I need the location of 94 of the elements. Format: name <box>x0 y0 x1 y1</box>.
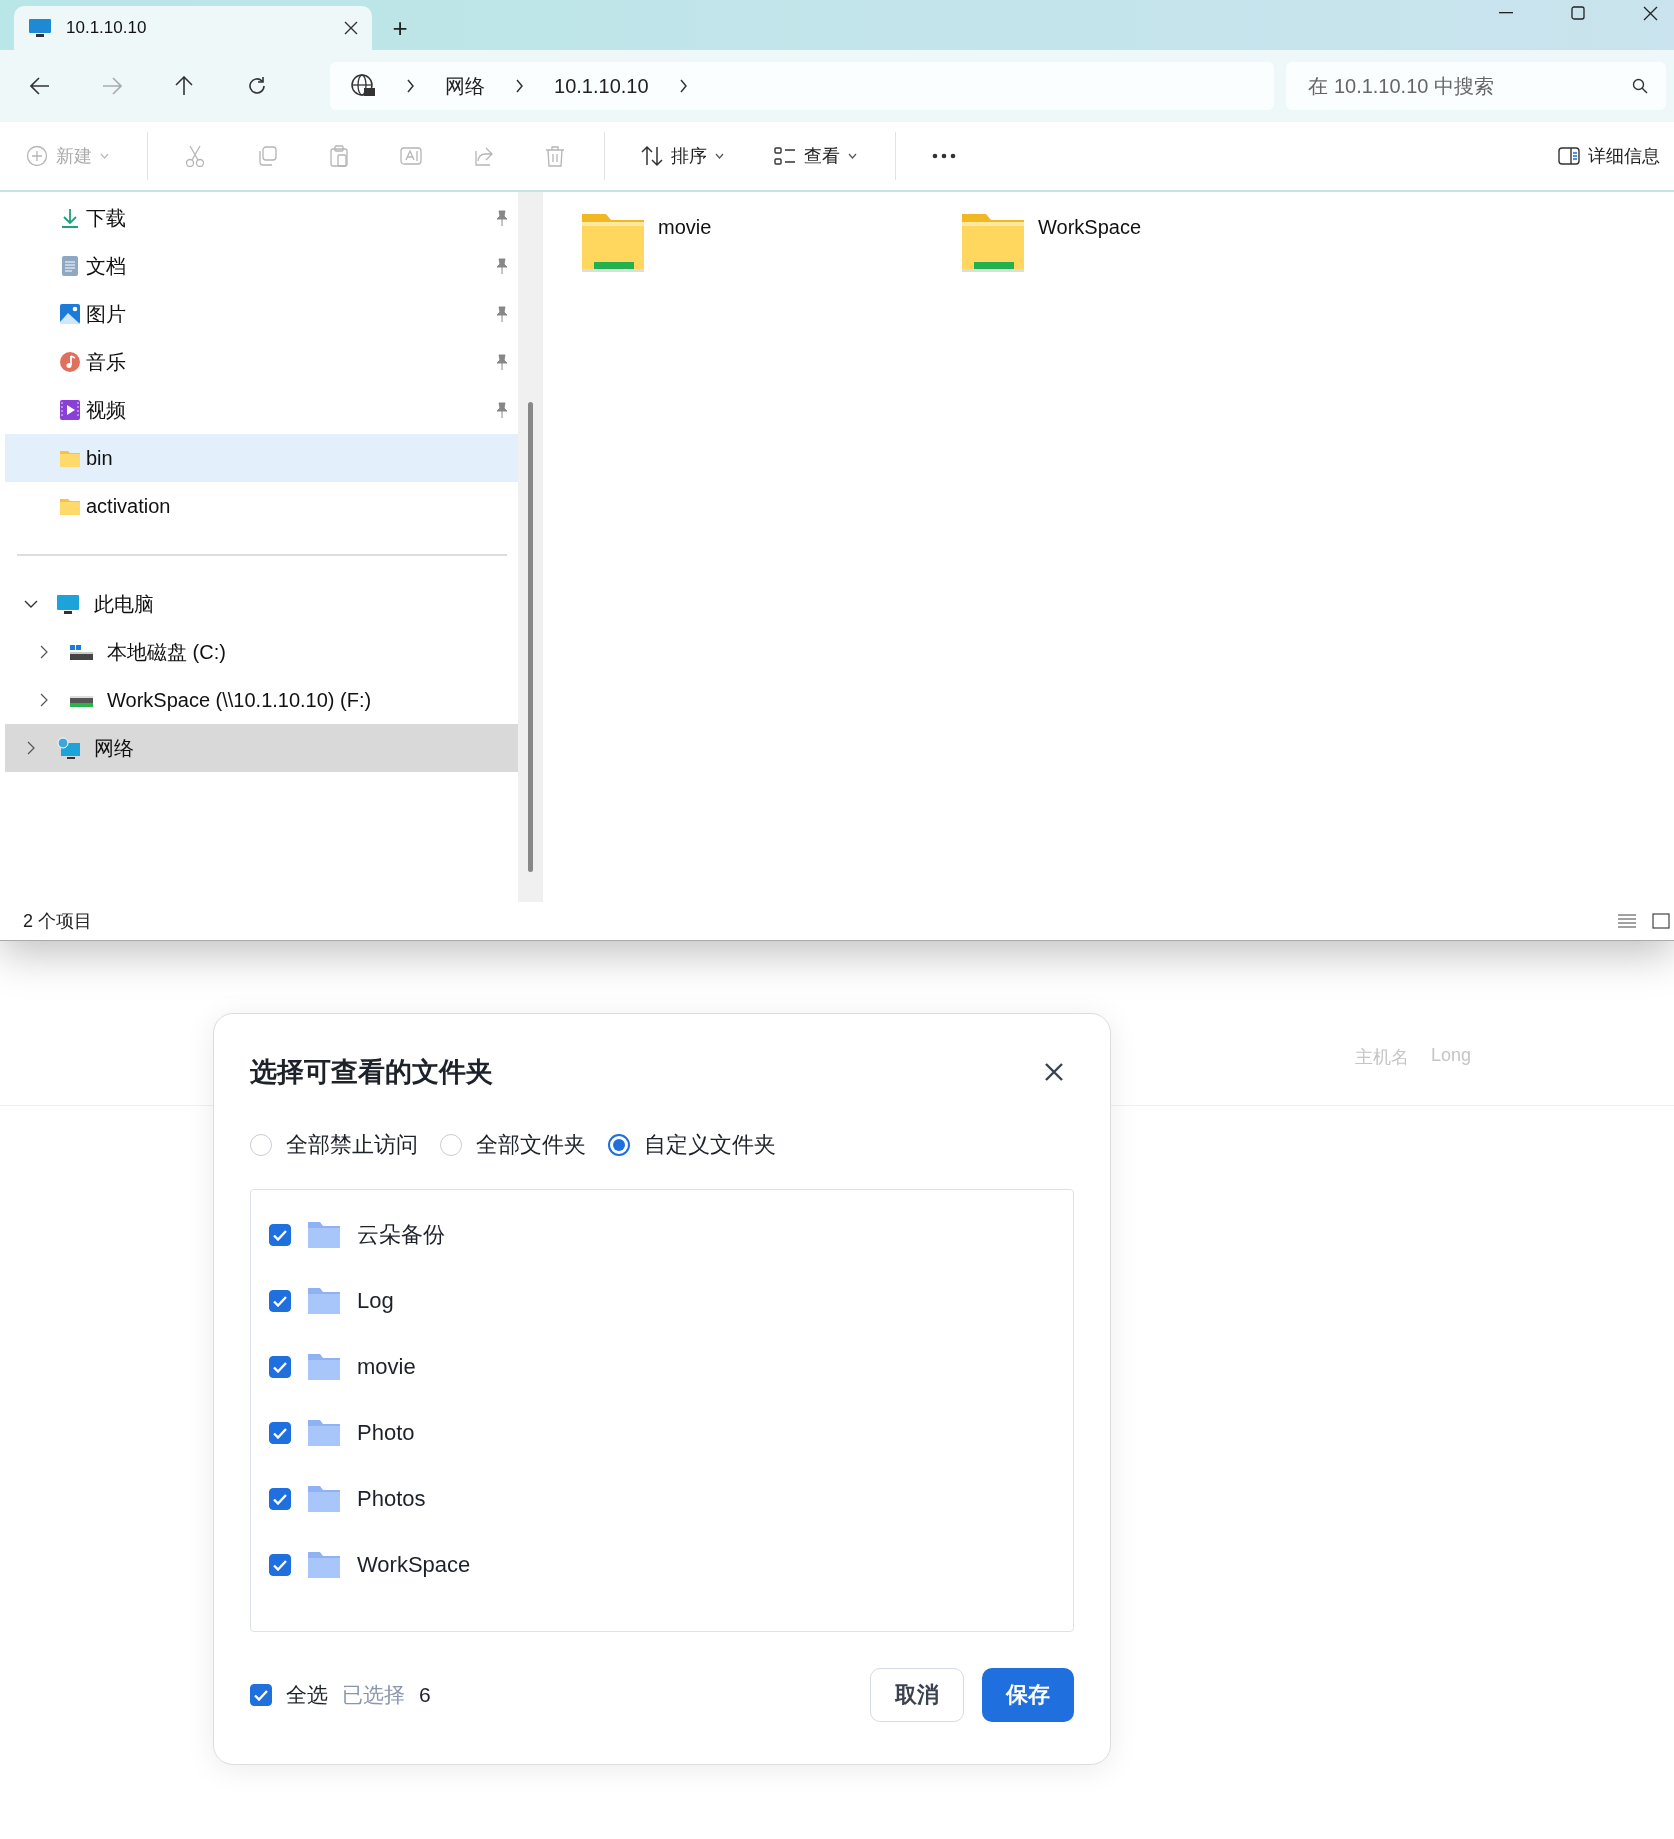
host-label: 主机名 <box>1355 1046 1409 1069</box>
document-icon <box>59 255 81 277</box>
radio-button[interactable] <box>608 1134 630 1156</box>
sidebar-item[interactable]: 下载 <box>5 194 518 242</box>
shared-folder-icon <box>580 212 646 274</box>
checkmark-icon <box>273 1559 287 1571</box>
trash-icon <box>544 145 566 167</box>
clipboard-icon <box>328 145 350 167</box>
music-note-icon <box>59 351 81 373</box>
breadcrumb[interactable]: 网络 <box>445 72 486 100</box>
tab-title: 10.1.10.10 <box>66 18 147 38</box>
folder-name: Photos <box>357 1486 426 1512</box>
selected-label: 已选择 <box>342 1682 405 1708</box>
sidebar-item[interactable]: 文档 <box>5 242 518 290</box>
list-view-icon[interactable] <box>1618 913 1636 929</box>
network-globe-icon <box>350 73 377 99</box>
checkbox[interactable] <box>269 1356 291 1378</box>
new-tab-button[interactable]: + <box>372 6 428 50</box>
folder-name: 云朵备份 <box>357 1221 445 1249</box>
chevron-right-icon[interactable] <box>678 79 688 93</box>
sidebar-item[interactable]: 音乐 <box>5 338 518 386</box>
host-value: Long <box>1431 1045 1472 1067</box>
checkmark-icon <box>273 1361 287 1373</box>
checkmark-icon <box>273 1229 287 1241</box>
plus-circle-icon <box>26 145 48 167</box>
select-all-label[interactable]: 全选 <box>286 1681 328 1709</box>
folder-icon <box>307 1419 341 1447</box>
checkmark-icon <box>254 1689 268 1701</box>
item-count: 2 个项目 <box>23 910 92 933</box>
folder-icon <box>307 1485 341 1513</box>
radio-label[interactable]: 自定义文件夹 <box>644 1130 776 1160</box>
cancel-button[interactable]: 取消 <box>870 1668 964 1722</box>
browser-tab[interactable]: 10.1.10.10 <box>14 6 372 50</box>
sidebar-item[interactable]: bin <box>5 434 518 482</box>
checkbox[interactable] <box>269 1224 291 1246</box>
folder-name: WorkSpace <box>357 1552 471 1578</box>
scrollbar-thumb[interactable] <box>528 402 533 872</box>
tree-item[interactable]: 网络 <box>5 724 518 772</box>
folder-name: Log <box>357 1288 394 1314</box>
sidebar-item[interactable]: activation <box>5 482 518 530</box>
checkbox[interactable] <box>250 1684 272 1706</box>
folder-name: movie <box>357 1354 416 1380</box>
search-icon <box>1631 78 1648 94</box>
save-button[interactable]: 保存 <box>982 1668 1074 1722</box>
sidebar-item[interactable]: 图片 <box>5 290 518 338</box>
details-pane-icon <box>1558 147 1580 165</box>
checkmark-icon <box>273 1493 287 1505</box>
close-icon[interactable] <box>344 21 358 35</box>
tiles-view-icon[interactable] <box>1652 913 1670 929</box>
search-placeholder: 在 10.1.10.10 中搜索 <box>1308 73 1494 99</box>
selected-count: 6 <box>419 1683 431 1707</box>
breadcrumb[interactable]: 10.1.10.10 <box>554 74 649 98</box>
shared-folder-icon <box>960 212 1026 274</box>
more-icon <box>932 153 956 159</box>
video-icon <box>59 399 81 421</box>
chevron-right-icon <box>406 79 416 93</box>
folder-icon <box>307 1551 341 1579</box>
checkbox[interactable] <box>269 1488 291 1510</box>
tree-item[interactable]: 本地磁盘 (C:) <box>5 628 518 676</box>
chevron-right-icon[interactable] <box>515 79 525 93</box>
radio-label[interactable]: 全部文件夹 <box>476 1130 586 1160</box>
monitor-icon <box>56 592 81 616</box>
sidebar-item[interactable]: 视频 <box>5 386 518 434</box>
address-bar[interactable]: 网络 10.1.10.10 <box>330 62 1275 110</box>
download-arrow-icon <box>59 207 81 229</box>
folder-icon <box>307 1221 341 1249</box>
rename-icon <box>400 145 422 167</box>
details-button[interactable]: 详细信息 <box>1546 138 1672 174</box>
sort-button[interactable]: 排序 <box>629 138 736 174</box>
checkbox[interactable] <box>269 1290 291 1312</box>
folder-item[interactable]: WorkSpace <box>960 212 1340 274</box>
checkmark-icon <box>273 1427 287 1439</box>
view-list-icon <box>774 146 796 166</box>
monitor-icon <box>28 18 52 38</box>
search-field[interactable]: 在 10.1.10.10 中搜索 <box>1286 62 1666 110</box>
scissors-icon <box>184 145 206 167</box>
radio-label[interactable]: 全部禁止访问 <box>286 1130 418 1160</box>
network-icon <box>56 736 81 760</box>
tree-item[interactable]: 此电脑 <box>5 580 518 628</box>
copy-icon <box>256 145 278 167</box>
picture-icon <box>59 303 81 325</box>
tree-item[interactable]: WorkSpace (\\10.1.10.10) (F:) <box>5 676 518 724</box>
folder-name: Photo <box>357 1420 415 1446</box>
checkbox[interactable] <box>269 1554 291 1576</box>
folder-icon <box>307 1287 341 1315</box>
folder-item[interactable]: movie <box>580 212 960 274</box>
dialog-title: 选择可查看的文件夹 <box>250 1056 493 1089</box>
share-icon <box>472 145 494 167</box>
folder-icon <box>307 1353 341 1381</box>
close-icon[interactable] <box>1044 1062 1064 1082</box>
sort-arrows-icon <box>641 145 663 167</box>
view-button[interactable]: 查看 <box>762 138 869 174</box>
checkbox[interactable] <box>269 1422 291 1444</box>
checkmark-icon <box>273 1295 287 1307</box>
